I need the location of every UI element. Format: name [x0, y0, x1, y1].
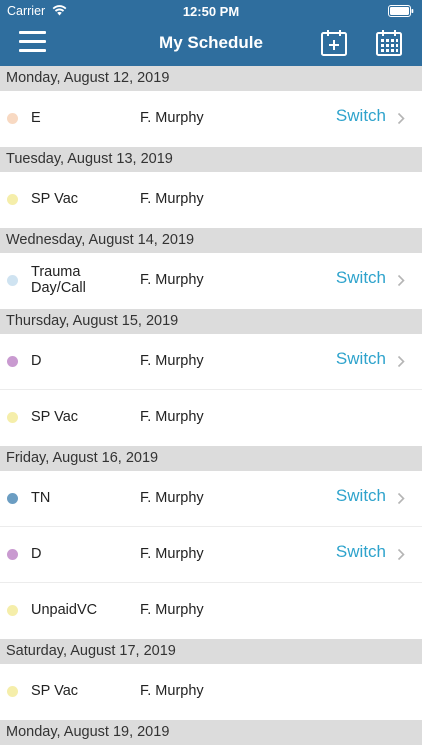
- date-section-header: Monday, August 19, 2019: [0, 720, 422, 745]
- switch-button[interactable]: Switch: [336, 349, 386, 369]
- shift-color-dot-icon: [7, 113, 18, 124]
- shift-row[interactable]: D F. Murphy Switch: [0, 334, 422, 390]
- shift-row[interactable]: SP Vac F. Murphy: [0, 390, 422, 446]
- assigned-person: F. Murphy: [140, 409, 204, 425]
- shift-name: UnpaidVC: [31, 602, 98, 618]
- shift-name: SP Vac: [31, 191, 79, 207]
- switch-button[interactable]: Switch: [336, 268, 386, 288]
- assigned-person: F. Murphy: [140, 191, 204, 207]
- shift-color-dot-icon: [7, 686, 18, 697]
- shift-name: D: [31, 353, 42, 369]
- date-section-header: Saturday, August 17, 2019: [0, 639, 422, 664]
- chevron-right-icon[interactable]: [397, 492, 405, 505]
- shift-name: E: [31, 110, 41, 126]
- status-bar: Carrier 12:50 PM: [0, 0, 422, 22]
- shift-row[interactable]: SP Vac F. Murphy: [0, 664, 422, 720]
- app-header: Carrier 12:50 PM My Schedule: [0, 0, 422, 66]
- chevron-right-icon[interactable]: [397, 112, 405, 125]
- date-section-header: Friday, August 16, 2019: [0, 446, 422, 471]
- calendar-icon[interactable]: [375, 29, 403, 57]
- assigned-person: F. Murphy: [140, 490, 204, 506]
- shift-color-dot-icon: [7, 493, 18, 504]
- chevron-right-icon[interactable]: [397, 548, 405, 561]
- shift-color-dot-icon: [7, 194, 18, 205]
- assigned-person: F. Murphy: [140, 546, 204, 562]
- assigned-person: F. Murphy: [140, 683, 204, 699]
- chevron-right-icon[interactable]: [397, 355, 405, 368]
- shift-name: SP Vac: [31, 683, 79, 699]
- shift-row[interactable]: D F. Murphy Switch: [0, 527, 422, 583]
- shift-color-dot-icon: [7, 356, 18, 367]
- assigned-person: F. Murphy: [140, 602, 204, 618]
- assigned-person: F. Murphy: [140, 272, 204, 288]
- switch-button[interactable]: Switch: [336, 486, 386, 506]
- switch-button[interactable]: Switch: [336, 106, 386, 126]
- shift-name: SP Vac: [31, 409, 79, 425]
- schedule-list[interactable]: Monday, August 12, 2019 E F. Murphy Switch T…: [0, 66, 422, 745]
- shift-row[interactable]: E F. Murphy Switch: [0, 91, 422, 147]
- battery-icon: [388, 5, 414, 17]
- shift-row[interactable]: TN F. Murphy Switch: [0, 471, 422, 527]
- shift-name: D: [31, 546, 42, 562]
- shift-row[interactable]: UnpaidVC F. Murphy: [0, 583, 422, 639]
- date-section-header: Wednesday, August 14, 2019: [0, 228, 422, 253]
- status-time: 12:50 PM: [182, 4, 240, 19]
- shift-name: Trauma Day/Call: [31, 264, 86, 296]
- shift-row[interactable]: Trauma Day/Call F. Murphy Switch: [0, 253, 422, 309]
- shift-color-dot-icon: [7, 275, 18, 286]
- page-title: My Schedule: [159, 33, 263, 52]
- nav-bar: My Schedule: [0, 22, 422, 66]
- shift-name: TN: [31, 490, 51, 506]
- shift-color-dot-icon: [7, 605, 18, 616]
- chevron-right-icon[interactable]: [397, 274, 405, 287]
- date-section-header: Tuesday, August 13, 2019: [0, 147, 422, 172]
- switch-button[interactable]: Switch: [336, 542, 386, 562]
- assigned-person: F. Murphy: [140, 353, 204, 369]
- date-section-header: Monday, August 12, 2019: [0, 66, 422, 91]
- shift-color-dot-icon: [7, 549, 18, 560]
- shift-row[interactable]: SP Vac F. Murphy: [0, 172, 422, 228]
- shift-color-dot-icon: [7, 412, 18, 423]
- assigned-person: F. Murphy: [140, 110, 204, 126]
- date-section-header: Thursday, August 15, 2019: [0, 309, 422, 334]
- calendar-add-icon[interactable]: [320, 29, 348, 57]
